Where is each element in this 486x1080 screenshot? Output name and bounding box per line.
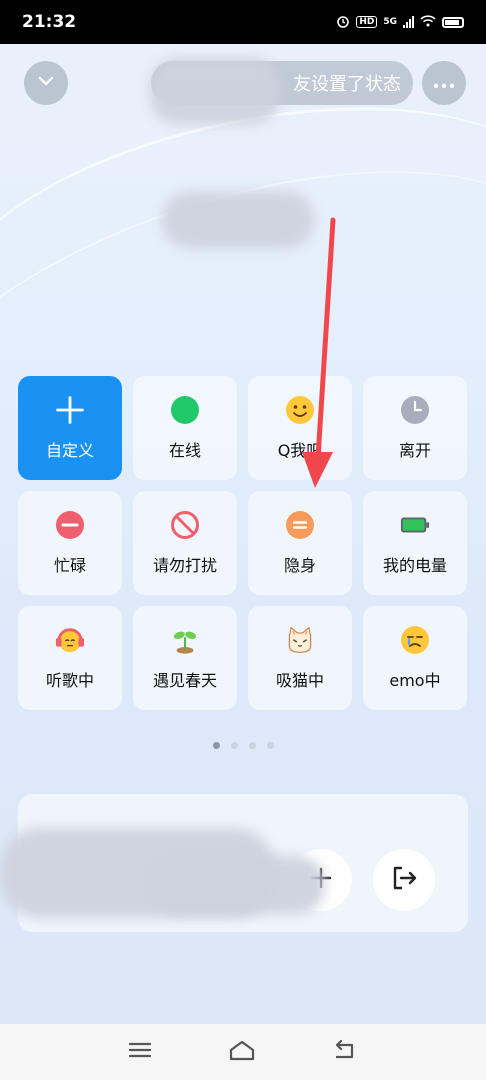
friend-status-text: 友设置了状态 — [293, 74, 401, 95]
redacted-avatar — [150, 58, 280, 124]
page-dot — [248, 742, 256, 749]
smile-icon — [285, 395, 315, 425]
status-tile-label: 吸猫中 — [275, 671, 324, 690]
logout-icon — [390, 864, 418, 896]
page-dot — [230, 742, 238, 749]
network-label: 5G — [383, 17, 397, 27]
wifi-icon — [420, 14, 436, 30]
menu-icon[interactable] — [128, 1040, 152, 1064]
status-tile-label: 自定义 — [45, 441, 94, 460]
home-icon[interactable] — [228, 1039, 256, 1065]
status-tile-label: 忙碌 — [53, 556, 86, 575]
status-tile-listening-music[interactable]: 听歌中 — [18, 606, 122, 710]
status-tile-do-not-disturb[interactable]: 请勿打扰 — [133, 491, 237, 595]
status-tile-label: 听歌中 — [45, 671, 94, 690]
status-tile-label: 我的电量 — [382, 556, 447, 575]
status-bar: 21:32 HD 5G — [0, 0, 486, 44]
no-disturb-icon — [170, 510, 200, 540]
status-tile-label: Q我吧 — [277, 441, 323, 460]
status-tile-q-me[interactable]: Q我吧 — [248, 376, 352, 480]
more-dots-icon — [433, 74, 455, 93]
clock-icon — [400, 395, 430, 425]
status-tile-label: 请勿打扰 — [152, 556, 217, 575]
collapse-button[interactable] — [24, 61, 68, 105]
invisible-icon — [285, 510, 315, 540]
status-tile-online[interactable]: 在线 — [133, 376, 237, 480]
redacted-nickname — [162, 192, 314, 248]
status-tile-custom[interactable]: 自定义 — [18, 376, 122, 480]
cat-icon — [285, 625, 315, 655]
status-tile-away[interactable]: 离开 — [363, 376, 467, 480]
battery-status-icon — [442, 16, 464, 28]
more-button[interactable] — [422, 61, 466, 105]
page-indicator — [0, 742, 486, 749]
online-dot-icon — [170, 395, 200, 425]
chevron-down-icon — [36, 71, 56, 95]
status-icons: HD 5G — [336, 14, 464, 31]
plus-icon — [55, 395, 85, 425]
sad-face-icon — [400, 625, 430, 655]
clock-time: 21:32 — [22, 12, 77, 32]
sprout-icon — [170, 625, 200, 655]
redacted-account-info — [150, 856, 325, 914]
status-grid: 自定义 在线 Q我吧 离开 忙碌 请勿打扰 隐身 我的电量 听歌中 遇见春天 吸… — [18, 376, 467, 710]
status-tile-label: 隐身 — [283, 556, 316, 575]
headphones-face-icon — [55, 625, 85, 655]
status-tile-label: 在线 — [168, 441, 201, 460]
status-tile-label: emo中 — [389, 671, 441, 690]
status-tile-label: 离开 — [398, 441, 431, 460]
status-tile-emo[interactable]: emo中 — [363, 606, 467, 710]
page-dot-active — [212, 742, 220, 749]
status-tile-spring[interactable]: 遇见春天 — [133, 606, 237, 710]
status-tile-cat[interactable]: 吸猫中 — [248, 606, 352, 710]
page-dot — [266, 742, 274, 749]
logout-button[interactable] — [373, 849, 435, 911]
back-icon[interactable] — [332, 1039, 358, 1065]
status-tile-busy[interactable]: 忙碌 — [18, 491, 122, 595]
status-tile-invisible[interactable]: 隐身 — [248, 491, 352, 595]
battery-icon — [400, 510, 430, 540]
busy-icon — [55, 510, 85, 540]
system-nav-bar — [0, 1024, 486, 1080]
alarm-icon — [336, 14, 350, 31]
signal-icon — [403, 16, 414, 28]
status-tile-label: 遇见春天 — [152, 671, 217, 690]
status-tile-my-battery[interactable]: 我的电量 — [363, 491, 467, 595]
hd-badge: HD — [356, 16, 378, 28]
